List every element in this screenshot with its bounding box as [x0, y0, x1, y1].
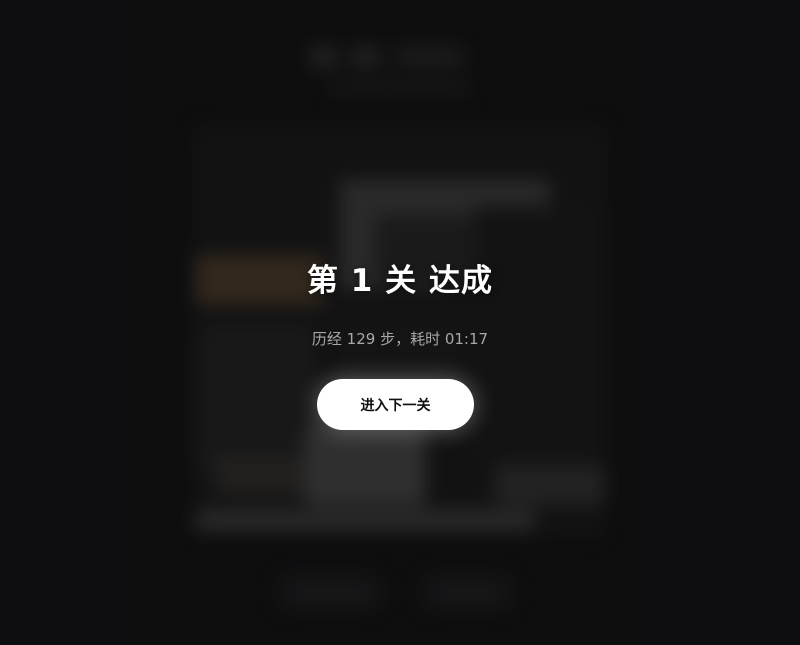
- game-screen: 第 1 关 达成 历经 129 步，耗时 01:17 进入下一关: [0, 0, 800, 645]
- level-complete-modal: 第 1 关 达成 历经 129 步，耗时 01:17 进入下一关: [0, 0, 800, 645]
- next-level-button[interactable]: 进入下一关: [317, 379, 474, 430]
- level-stats-text: 历经 129 步，耗时 01:17: [311, 330, 489, 348]
- level-complete-title: 第 1 关 达成: [307, 263, 493, 299]
